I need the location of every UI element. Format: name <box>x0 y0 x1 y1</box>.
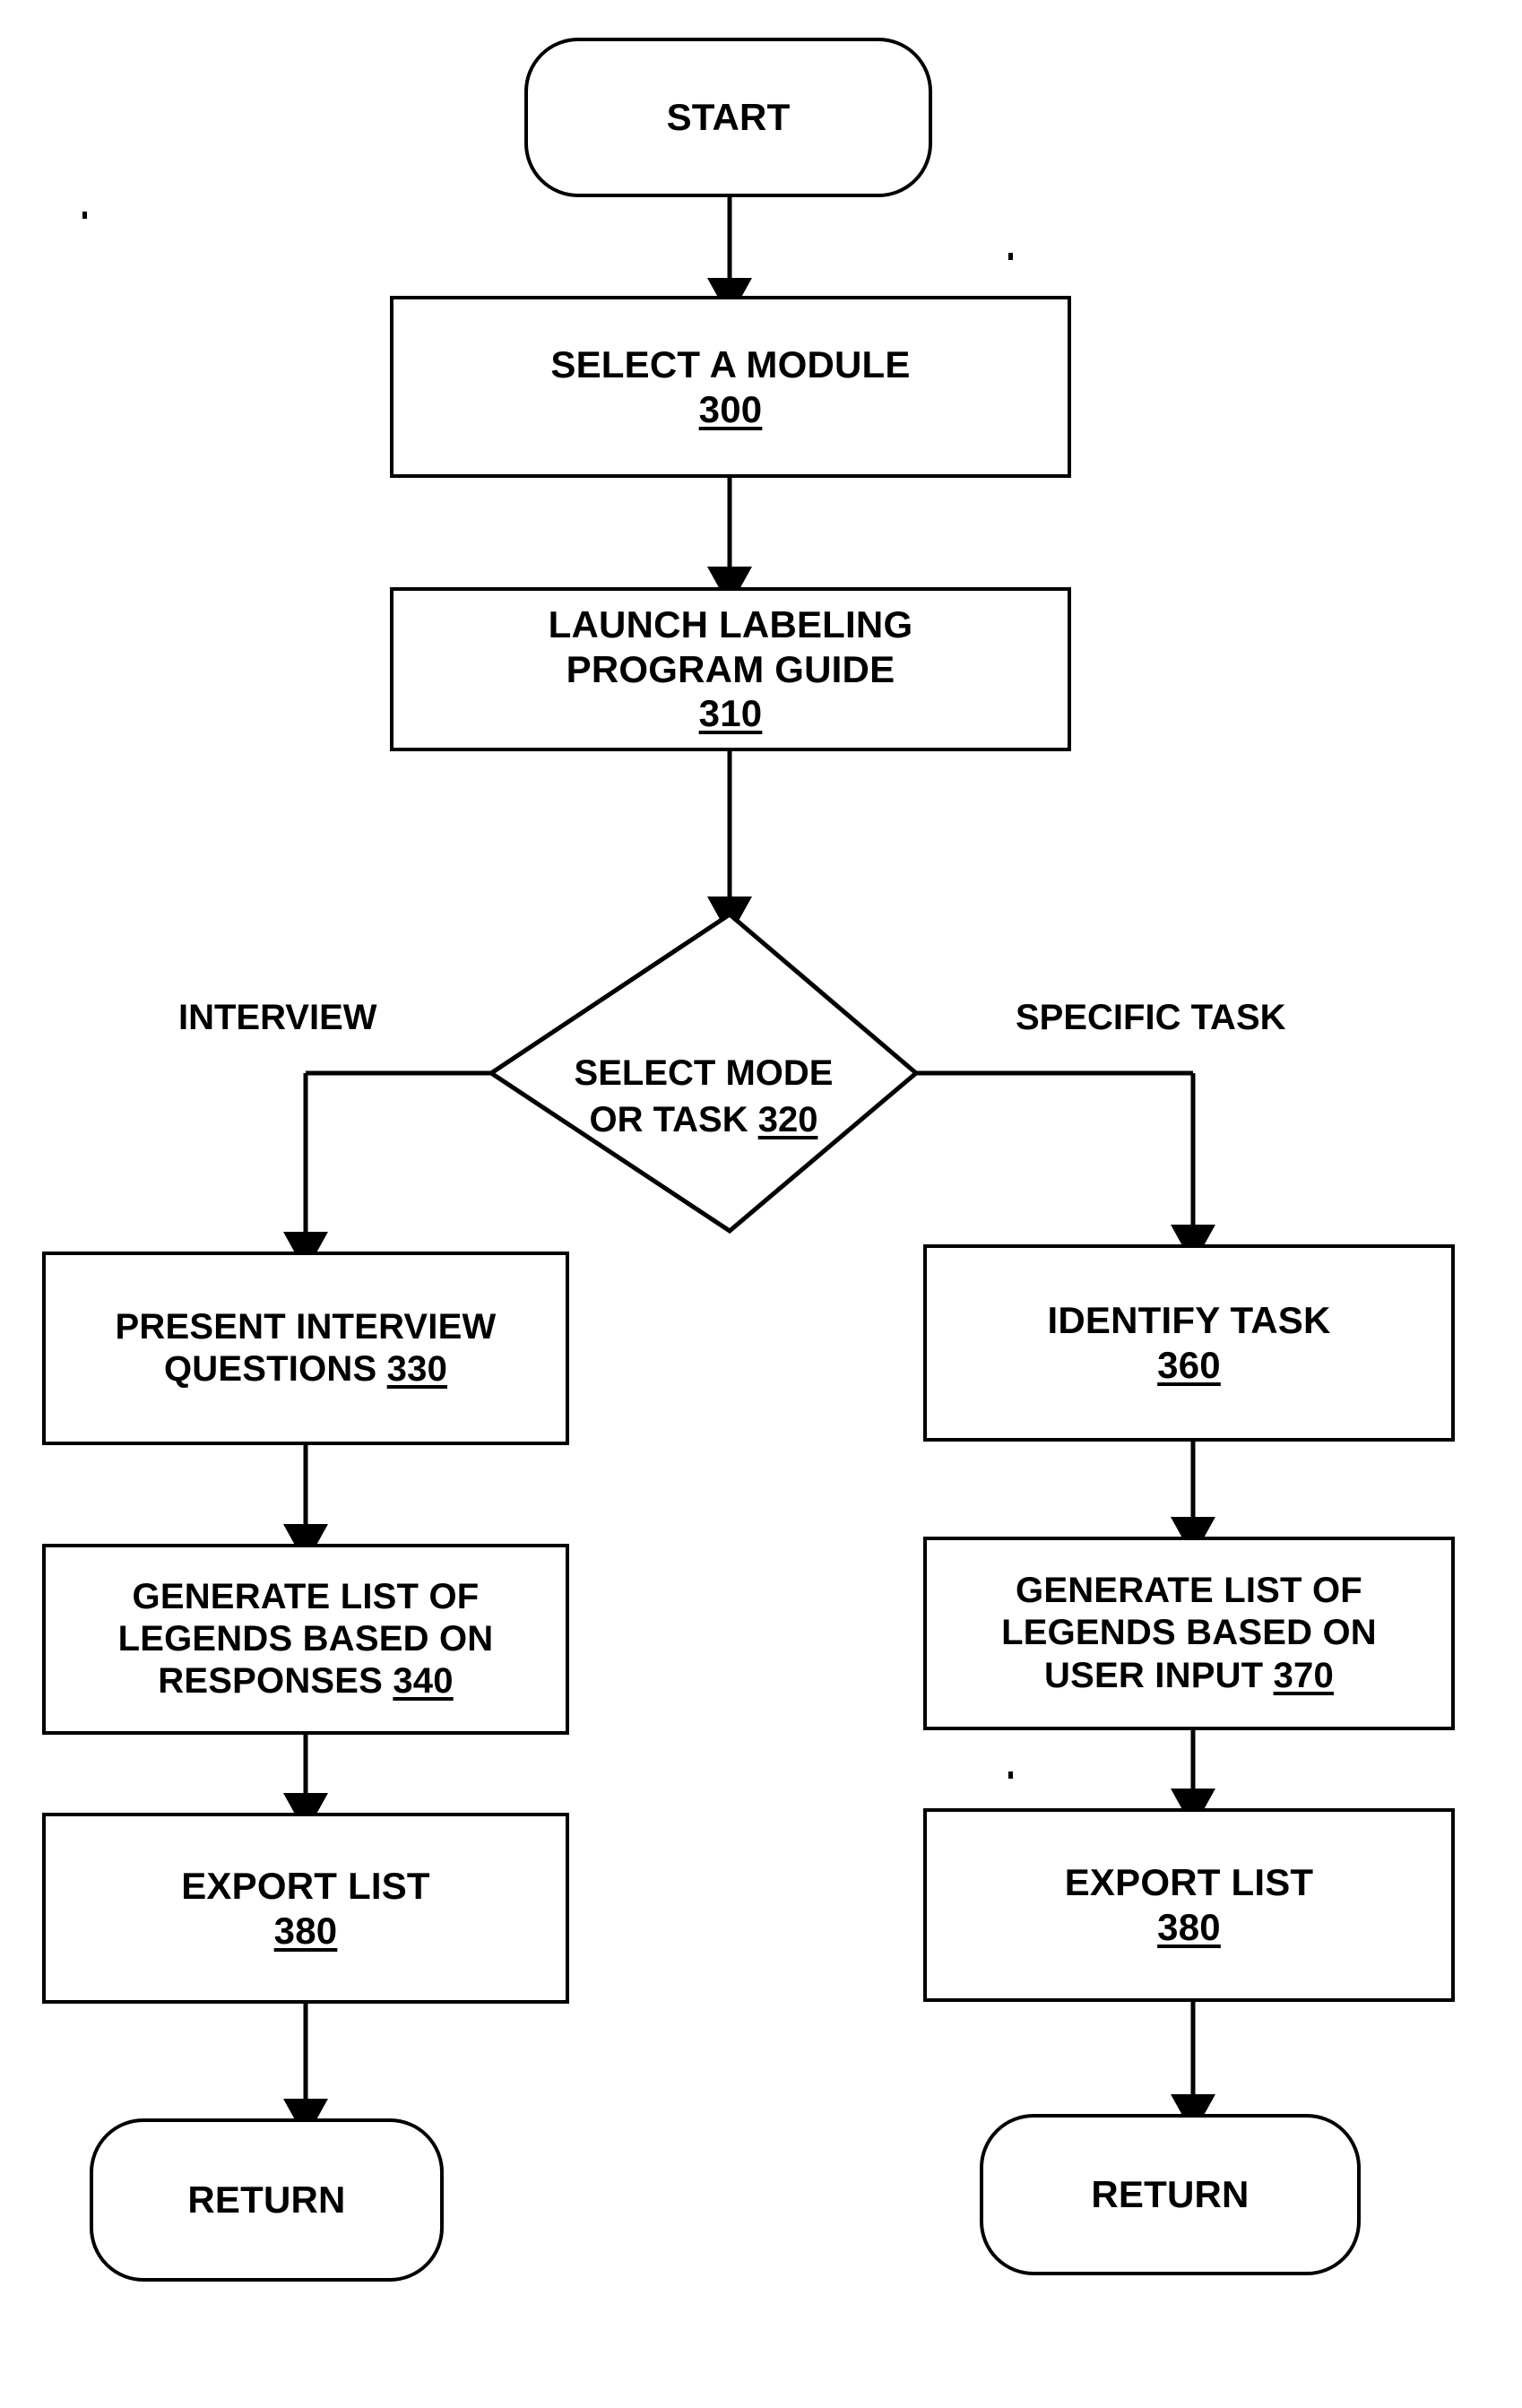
node-decision-ref: 320 <box>757 1099 818 1139</box>
node-export-right-ref: 380 <box>1157 1906 1221 1948</box>
node-launch-guide[interactable]: LAUNCH LABELING PROGRAM GUIDE 310 <box>390 587 1071 751</box>
node-generate-responses-ref: 340 <box>393 1661 454 1702</box>
scan-speck <box>82 212 87 219</box>
node-generate-responses-textblock: GENERATE LIST OF LEGENDS BASED ON RESPON… <box>118 1576 494 1703</box>
flowchart-canvas: START SELECT A MODULE 300 LAUNCH LABELIN… <box>0 0 1522 2408</box>
node-generate-responses[interactable]: GENERATE LIST OF LEGENDS BASED ON RESPON… <box>42 1544 569 1735</box>
node-export-left[interactable]: EXPORT LIST 380 <box>42 1813 569 2004</box>
node-start[interactable]: START <box>524 38 932 197</box>
node-decision[interactable]: SELECT MODE OR TASK 320 <box>491 914 916 1231</box>
node-launch-guide-ref: 310 <box>698 692 763 735</box>
node-present-questions[interactable]: PRESENT INTERVIEW QUESTIONS 330 <box>42 1252 569 1445</box>
node-present-questions-textblock: PRESENT INTERVIEW QUESTIONS 330 <box>116 1306 497 1390</box>
node-export-left-ref: 380 <box>273 1909 338 1952</box>
node-export-right-label: EXPORT LIST <box>1064 1861 1314 1904</box>
node-generate-user-input[interactable]: GENERATE LIST OF LEGENDS BASED ON USER I… <box>923 1537 1455 1730</box>
node-return-right-label: RETURN <box>1091 2173 1250 2216</box>
node-identify-task-ref: 360 <box>1157 1344 1221 1386</box>
node-identify-task-label: IDENTIFY TASK <box>1047 1299 1331 1342</box>
scan-speck <box>1008 1771 1013 1779</box>
node-return-right[interactable]: RETURN <box>980 2114 1361 2275</box>
node-start-label: START <box>666 96 791 139</box>
node-select-module-label: SELECT A MODULE <box>550 342 911 385</box>
node-launch-guide-label: LAUNCH LABELING PROGRAM GUIDE <box>548 603 913 690</box>
node-identify-task[interactable]: IDENTIFY TASK 360 <box>923 1244 1455 1442</box>
node-decision-textblock: SELECT MODE OR TASK 320 <box>491 914 916 1231</box>
node-select-module[interactable]: SELECT A MODULE 300 <box>390 296 1071 478</box>
node-generate-user-input-textblock: GENERATE LIST OF LEGENDS BASED ON USER I… <box>1001 1570 1377 1697</box>
node-export-left-label: EXPORT LIST <box>181 1864 430 1907</box>
edge-label-specific-task: SPECIFIC TASK <box>1016 998 1286 1037</box>
scan-speck <box>1008 253 1013 260</box>
edge-label-interview: INTERVIEW <box>178 998 377 1037</box>
node-generate-user-input-ref: 370 <box>1273 1655 1334 1695</box>
node-return-left-label: RETURN <box>187 2178 346 2222</box>
node-present-questions-ref: 330 <box>386 1349 448 1389</box>
node-return-left[interactable]: RETURN <box>90 2118 444 2282</box>
node-select-module-ref: 300 <box>698 387 763 430</box>
node-export-right[interactable]: EXPORT LIST 380 <box>923 1808 1455 2002</box>
